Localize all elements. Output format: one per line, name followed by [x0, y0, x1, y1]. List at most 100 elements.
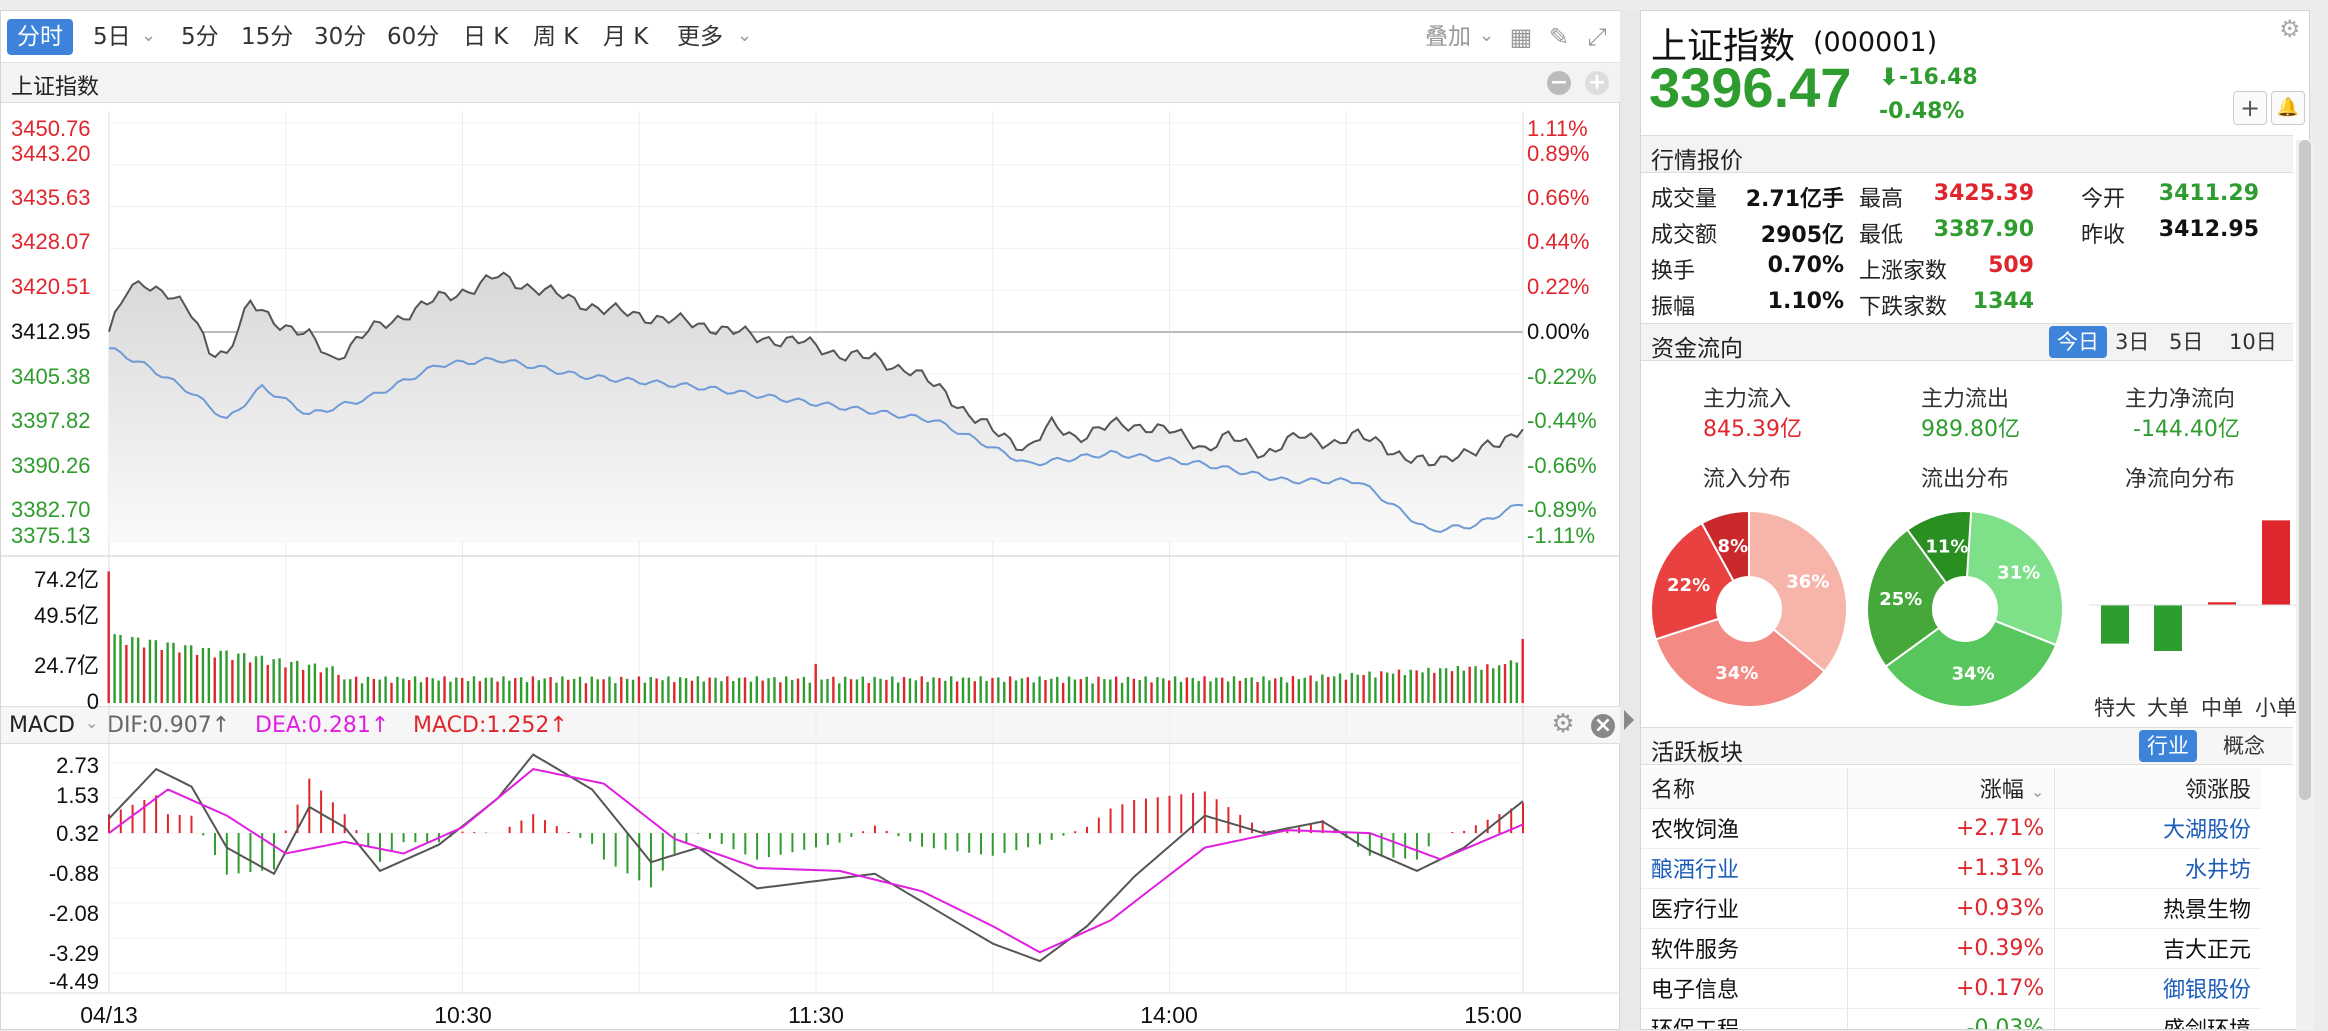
tab-concept[interactable]: 概念 — [2215, 730, 2273, 762]
scrollbar-thumb[interactable] — [2299, 140, 2311, 800]
tab-fund-3day[interactable]: 3日 — [2107, 326, 2157, 358]
volume-bar — [284, 667, 287, 703]
volume-bar — [325, 667, 328, 703]
col-name[interactable]: 名称 — [1641, 768, 1848, 809]
pie-slice-label: 25% — [1879, 589, 1922, 610]
sector-change: +0.39% — [1847, 928, 2056, 969]
right-scrollbar[interactable] — [2296, 140, 2314, 1030]
volume-bar — [743, 677, 747, 703]
volume-bar — [1050, 678, 1053, 703]
volume-bar — [390, 682, 393, 703]
volume-bar — [1203, 676, 1206, 703]
stat-value: 1.10% — [1767, 289, 1844, 314]
volume-bar — [625, 678, 629, 703]
volume-bar — [1403, 675, 1407, 703]
sector-leader[interactable]: 大湖股份 — [2054, 808, 2261, 849]
down-arrow-icon: ⬇ — [1879, 63, 1900, 91]
volume-bar — [1433, 672, 1436, 703]
panel-splitter[interactable] — [1620, 10, 1640, 1030]
chart-grid — [1, 111, 1621, 994]
stat-label: 昨收 — [2081, 223, 2126, 248]
volume-bar — [1492, 668, 1495, 703]
volume-bar — [1103, 679, 1106, 703]
net-bar-label: 中单 — [2201, 696, 2243, 720]
volume-bar — [938, 678, 941, 703]
volume-bar — [1344, 679, 1348, 703]
sector-leader[interactable]: 水井坊 — [2054, 848, 2261, 889]
gear-icon[interactable]: ⚙ — [2279, 15, 2301, 43]
sort-down-icon[interactable]: ⌄ — [2031, 782, 2044, 801]
price-tick-label: 3450.76 — [11, 116, 91, 141]
volume-bar — [378, 679, 381, 703]
sector-title: 活跃板块 — [1651, 740, 1743, 766]
volume-bar — [608, 676, 611, 703]
col-leader[interactable]: 领涨股 — [2054, 768, 2261, 809]
sector-row[interactable]: 软件服务 +0.39% 吉大正元 — [1641, 928, 2261, 969]
volume-bar — [555, 682, 558, 703]
macd-tick-label: -0.88 — [49, 861, 99, 886]
volume-bar — [932, 677, 935, 703]
sector-row[interactable]: 农牧饲渔 +2.71% 大湖股份 — [1641, 808, 2261, 849]
volume-bar — [1456, 665, 1460, 703]
sector-row[interactable]: 环保工程-0.03%盛剑环境 — [1641, 1008, 2261, 1029]
volume-bar — [614, 683, 617, 703]
macd-tick-label: 1.53 — [56, 783, 99, 808]
volume-bar — [1209, 681, 1212, 703]
stat-label: 最低 — [1859, 223, 1904, 248]
volume-bar — [997, 677, 1000, 703]
sector-row[interactable]: 电子信息 +0.17% 御银股份 — [1641, 968, 2261, 1009]
volume-bar — [620, 676, 623, 703]
volume-bar — [366, 676, 370, 703]
sector-change: +2.71% — [1847, 808, 2056, 849]
index-code: (000001) — [1813, 27, 1938, 58]
volume-bar — [142, 647, 146, 703]
volume-bar — [1126, 676, 1130, 703]
sector-row[interactable]: 医疗行业 +0.93% 热景生物 — [1641, 888, 2261, 929]
volume-bar — [455, 677, 458, 703]
volume-bar — [1097, 676, 1100, 703]
sector-row[interactable]: 酿酒行业 +1.31% 水井坊 — [1641, 848, 2261, 889]
tab-fund-5day[interactable]: 5日 — [2161, 326, 2211, 358]
volume-bar — [419, 682, 423, 703]
volume-bar — [1409, 669, 1412, 703]
volume-bar — [1226, 681, 1230, 703]
sector-leader: 吉大正元 — [2054, 928, 2261, 969]
volume-bar — [466, 681, 470, 703]
volume-bar — [991, 677, 994, 703]
collapse-arrow-icon[interactable] — [1624, 710, 1634, 730]
outflow-dist-label: 流出分布 — [1921, 467, 2010, 492]
volume-bar — [1215, 677, 1218, 703]
volume-bar — [449, 681, 452, 703]
bell-icon[interactable]: 🔔 — [2271, 91, 2305, 125]
volume-bar — [973, 681, 976, 703]
col-change[interactable]: 涨幅 ⌄ — [1847, 768, 2056, 809]
volume-bar — [1132, 678, 1136, 703]
volume-bar — [237, 653, 240, 703]
volume-bar — [643, 682, 647, 703]
pie-slice-label: 8% — [1718, 536, 1749, 557]
volume-bar — [1509, 660, 1513, 703]
volume-bar — [985, 680, 988, 703]
volume-bar — [1179, 681, 1183, 703]
pct-tick-label: -0.44% — [1527, 408, 1597, 433]
sector-name: 医疗行业 — [1641, 888, 1848, 929]
volume-bar — [1291, 676, 1295, 703]
sector-section-header: 活跃板块 行业 概念 — [1641, 727, 2293, 766]
tab-fund-10day[interactable]: 10日 — [2221, 326, 2285, 358]
add-watchlist-button[interactable]: + — [2233, 91, 2267, 125]
volume-bar — [737, 677, 741, 703]
price-tick-label: 3375.13 — [11, 523, 91, 548]
volume-bar — [1521, 638, 1524, 703]
volume-bar — [702, 681, 705, 703]
sector-name[interactable]: 酿酒行业 — [1641, 848, 1848, 889]
price-tick-label: 3405.38 — [11, 364, 91, 389]
volume-bar — [1468, 666, 1471, 703]
tab-industry[interactable]: 行业 — [2139, 730, 2197, 762]
volume-bar — [443, 676, 446, 703]
inflow-dist-label: 流入分布 — [1703, 467, 1792, 492]
pie-slice-label: 31% — [1997, 562, 2040, 583]
tab-fund-today[interactable]: 今日 — [2049, 326, 2107, 358]
sector-leader[interactable]: 御银股份 — [2054, 968, 2261, 1009]
volume-bar — [790, 680, 794, 703]
volume-bar — [1503, 664, 1507, 703]
